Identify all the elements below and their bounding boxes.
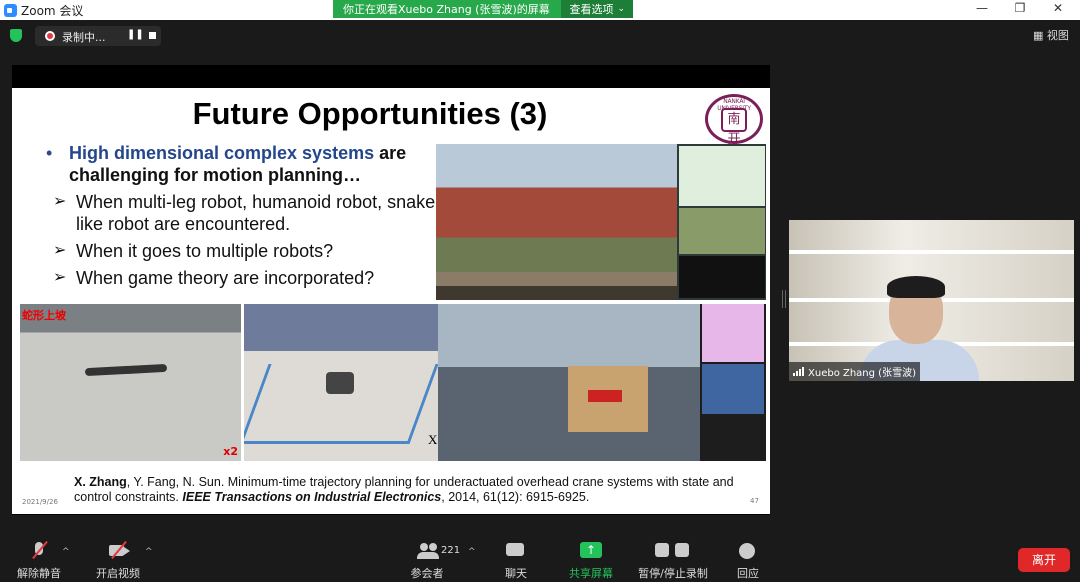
chat-icon xyxy=(506,543,524,556)
view-options-label: 查看选项 xyxy=(569,3,614,16)
panel-resize-handle[interactable] xyxy=(782,290,786,308)
app-title: Zoom 会议 xyxy=(4,2,83,19)
record-controls-label: 暂停/停止录制 xyxy=(638,567,708,580)
sub-bullet-text: When multi-leg robot, humanoid robot, sn… xyxy=(76,192,442,234)
citation: X. Zhang, Y. Fang, N. Sun. Minimum-time … xyxy=(74,475,744,505)
participants-label: 参会者 xyxy=(410,567,444,580)
heatmap-view xyxy=(702,304,764,362)
sub-bullet-text: When it goes to multiple robots? xyxy=(76,241,334,261)
participant-video[interactable]: Xuebo Zhang (张雪波) xyxy=(789,220,1074,381)
slide-date: 2021/9/26 xyxy=(22,498,58,506)
citation-end: , 2014, 61(12): 6915-6925. xyxy=(441,490,590,504)
reactions-button[interactable]: 回应 xyxy=(734,541,762,581)
outdoor-robot-video xyxy=(436,144,766,300)
participant-name: Xuebo Zhang (张雪波) xyxy=(808,368,916,379)
slide-page-number: 47 xyxy=(750,497,759,505)
arrow-bullet-icon: ➢ xyxy=(53,193,67,210)
stop-icon xyxy=(675,543,689,557)
sub-bullet-text: When game theory are incorporated? xyxy=(76,268,375,288)
depth-view xyxy=(679,256,765,298)
snake-robot-photo: 蛇形上坡 x2 xyxy=(20,304,241,461)
smiley-icon xyxy=(739,543,755,559)
logo-glyph: 南开 xyxy=(721,108,747,147)
speed-label: x2 xyxy=(223,445,238,458)
citation-journal: IEEE Transactions on Industrial Electron… xyxy=(182,490,442,504)
arrow-bullet-icon: ➢ xyxy=(53,242,67,259)
bullet-list: • High dimensional complex systems are c… xyxy=(46,142,446,289)
window-titlebar: Zoom 会议 你正在观看Xuebo Zhang (张雪波)的屏幕 查看选项 ⌄… xyxy=(0,0,1080,20)
restore-button[interactable]: ❐ xyxy=(1000,1,1040,15)
chat-button[interactable]: 聊天 xyxy=(500,541,532,581)
chevron-down-icon: ⌄ xyxy=(617,4,625,14)
participants-icon xyxy=(417,543,439,559)
legged-robot-photo xyxy=(244,304,438,461)
grid-icon: ▦ xyxy=(1033,29,1044,42)
presentation-slide: Future Opportunities (3) NANKAI UNIVERSI… xyxy=(12,88,770,514)
shelf xyxy=(789,250,1074,254)
share-screen-label: 共享屏幕 xyxy=(569,567,613,580)
university-logo: NANKAI UNIVERSITY 南开 xyxy=(705,94,763,147)
meeting-toolbar: 解除静音 ^ 开启视频 ^ 参会者 221 ^ 聊天 ↑ 共享屏幕 暂停/停止录… xyxy=(0,537,1080,582)
snake-robot xyxy=(84,363,168,377)
pause-recording-icon[interactable]: ❚❚ xyxy=(127,29,144,40)
crane-experiment-photo xyxy=(438,304,766,461)
stop-recording-icon[interactable] xyxy=(149,32,156,39)
participant-name-tag: Xuebo Zhang (张雪波) xyxy=(789,362,920,381)
slide-title: Future Opportunities (3) xyxy=(192,96,548,131)
close-button[interactable]: ✕ xyxy=(1038,1,1078,15)
audio-options-caret-icon[interactable]: ^ xyxy=(62,547,70,557)
start-video-button[interactable]: 开启视频 xyxy=(93,540,143,581)
meeting-topbar: 录制中... ❚❚ ▦ 视图 xyxy=(0,20,1080,50)
recording-indicator: 录制中... ❚❚ xyxy=(35,26,161,46)
map-view xyxy=(679,146,765,206)
signal-bars-icon xyxy=(793,367,804,376)
share-banner-message: 你正在观看Xuebo Zhang (张雪波)的屏幕 xyxy=(343,3,550,16)
x-label: X xyxy=(428,432,438,447)
participant-hair xyxy=(887,276,945,298)
main-bullet: • High dimensional complex systems are c… xyxy=(46,142,446,186)
participants-count: 221 xyxy=(441,545,461,556)
citation-authors: X. Zhang xyxy=(74,475,127,489)
reactions-label: 回应 xyxy=(737,567,759,580)
video-options-caret-icon[interactable]: ^ xyxy=(145,547,153,557)
camera-view xyxy=(679,208,765,254)
pause-icon xyxy=(655,543,669,557)
crane-side-panels xyxy=(700,304,766,461)
minimize-button[interactable]: — xyxy=(962,1,1002,15)
legged-robot xyxy=(326,372,354,394)
start-video-label: 开启视频 xyxy=(96,567,140,580)
bullet-dot-icon: • xyxy=(46,143,53,163)
chat-label: 聊天 xyxy=(505,567,527,580)
bullet-highlight: High dimensional complex systems xyxy=(69,143,375,163)
arrow-bullet-icon: ➢ xyxy=(53,269,67,286)
recording-label: 录制中... xyxy=(62,31,106,44)
share-banner: 你正在观看Xuebo Zhang (张雪波)的屏幕 查看选项 ⌄ xyxy=(333,0,633,18)
record-controls-button[interactable]: 暂停/停止录制 xyxy=(636,541,710,581)
unmute-label: 解除静音 xyxy=(17,567,61,580)
window-title: Zoom 会议 xyxy=(21,4,84,18)
shelf-view xyxy=(702,364,764,414)
view-label: 视图 xyxy=(1046,29,1069,42)
video-controls[interactable] xyxy=(436,286,677,300)
share-arrow-icon: ↑ xyxy=(580,542,602,558)
view-options-button[interactable]: 查看选项 ⌄ xyxy=(561,0,633,18)
box-label xyxy=(588,390,622,402)
cardboard-box xyxy=(568,366,648,432)
record-dot-icon xyxy=(45,31,55,41)
share-screen-button[interactable]: ↑ 共享屏幕 xyxy=(566,541,616,581)
shield-icon[interactable] xyxy=(10,29,22,42)
sub-bullet: ➢ When game theory are incorporated? xyxy=(46,267,446,289)
unmute-button[interactable]: 解除静音 xyxy=(14,540,64,581)
view-button[interactable]: ▦ 视图 xyxy=(1033,27,1069,43)
photo-tag: 蛇形上坡 xyxy=(22,309,66,322)
leave-button[interactable]: 离开 xyxy=(1018,548,1070,572)
zoom-logo-icon xyxy=(4,4,17,17)
sub-bullet: ➢ When multi-leg robot, humanoid robot, … xyxy=(46,191,446,235)
sensor-view-panels xyxy=(677,144,766,300)
sub-bullet: ➢ When it goes to multiple robots? xyxy=(46,240,446,262)
participants-caret-icon[interactable]: ^ xyxy=(468,547,476,557)
